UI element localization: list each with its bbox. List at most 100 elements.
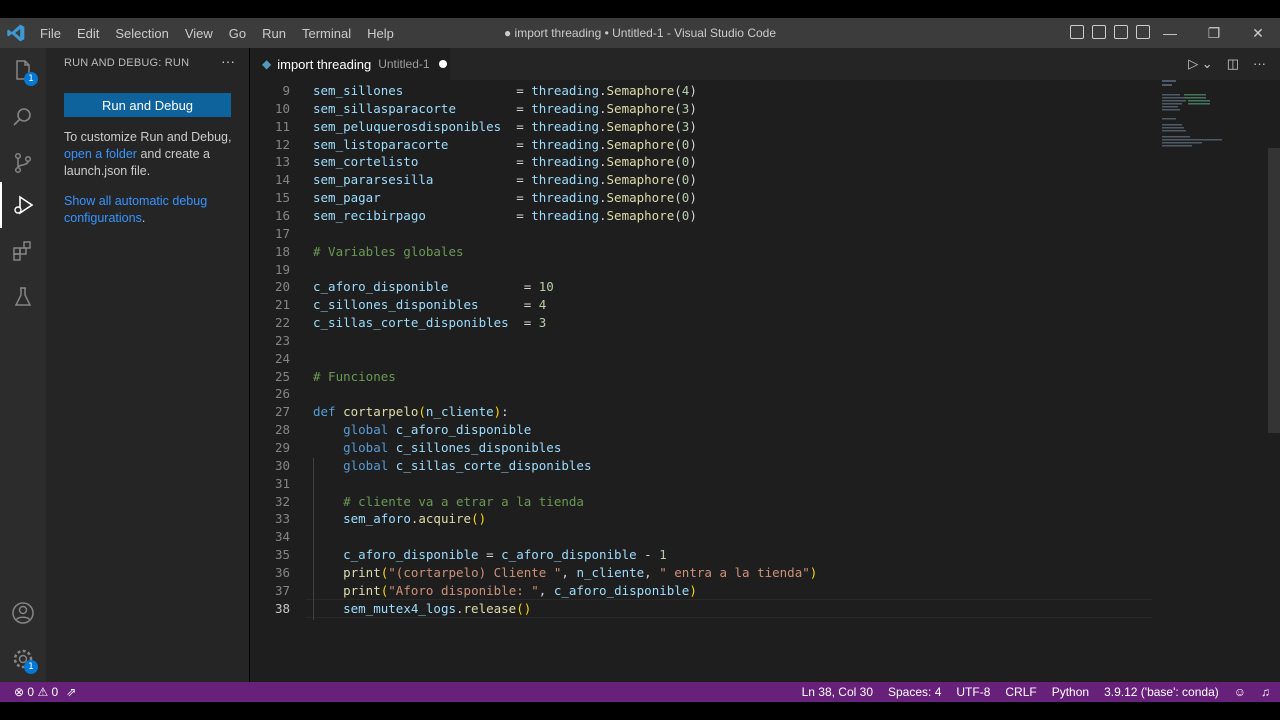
line-text: c_sillones_disponibles = 4 xyxy=(313,297,547,313)
live-share-icon[interactable]: ⇗ xyxy=(66,685,76,699)
settings-badge: 1 xyxy=(24,660,38,674)
code-editor[interactable]: 9 sem_sillones = threading.Semaphore(4) 10… xyxy=(250,80,1160,680)
title-bar: File Edit Selection View Go Run Terminal… xyxy=(0,18,1280,48)
open-folder-link[interactable]: open a folder xyxy=(64,147,137,161)
feedback-icon[interactable]: ☺ xyxy=(1234,685,1246,699)
code-line[interactable]: 20 c_aforo_disponible = 10 xyxy=(250,278,1150,296)
window-controls: — ❐ ✕ xyxy=(1148,18,1280,48)
unsaved-dot-icon[interactable] xyxy=(438,60,447,68)
code-line[interactable]: 31 xyxy=(250,475,1150,493)
run-and-debug-button[interactable]: Run and Debug xyxy=(64,93,231,117)
code-line[interactable]: 9 sem_sillones = threading.Semaphore(4) xyxy=(250,82,1150,100)
language-mode[interactable]: Python xyxy=(1052,685,1089,699)
code-line[interactable]: 15 sem_pagar = threading.Semaphore(0) xyxy=(250,189,1150,207)
code-line[interactable]: 21 c_sillones_disponibles = 4 xyxy=(250,296,1150,314)
line-text: sem_sillasparacorte = threading.Semaphor… xyxy=(313,100,697,116)
code-line[interactable]: 18 # Variables globales xyxy=(250,243,1150,261)
menu-run[interactable]: Run xyxy=(254,26,294,41)
show-debug-configurations-link[interactable]: Show all automatic debug configurations xyxy=(64,194,207,225)
menu-view[interactable]: View xyxy=(177,26,221,41)
line-text: sem_sillones = threading.Semaphore(4) xyxy=(313,83,697,98)
code-line[interactable]: 29 global c_sillones_disponibles xyxy=(250,439,1150,457)
code-line[interactable]: 19 xyxy=(250,261,1150,279)
line-number: 22 xyxy=(274,315,290,331)
code-line[interactable]: 35 c_aforo_disponible = c_aforo_disponib… xyxy=(250,546,1150,564)
run-debug-icon[interactable] xyxy=(0,182,46,228)
code-line[interactable]: 26 xyxy=(250,385,1150,403)
line-text: sem_recibirpago = threading.Semaphore(0) xyxy=(313,207,697,223)
menu-edit[interactable]: Edit xyxy=(69,26,107,41)
testing-icon[interactable] xyxy=(0,274,46,320)
run-python-file-icon[interactable]: ▷ ⌄ xyxy=(1188,56,1213,72)
account-icon[interactable] xyxy=(0,590,46,636)
line-text: c_aforo_disponible = c_aforo_disponible … xyxy=(343,547,667,563)
line-number: 24 xyxy=(274,350,290,366)
code-line[interactable]: 11 sem_peluquerosdisponibles = threading.… xyxy=(250,118,1150,136)
code-line[interactable]: 24 xyxy=(250,350,1150,368)
code-line[interactable]: 22 c_sillas_corte_disponibles = 3 xyxy=(250,314,1150,332)
extensions-icon[interactable] xyxy=(0,228,46,274)
code-line[interactable]: 27 def cortarpelo(n_cliente): xyxy=(250,403,1150,421)
line-number: 16 xyxy=(274,207,290,223)
error-icon: ⊗ xyxy=(14,685,25,699)
encoding[interactable]: UTF-8 xyxy=(956,685,990,699)
code-line[interactable]: 38 sem_mutex4_logs.release() xyxy=(250,600,1150,618)
cursor-position[interactable]: Ln 38, Col 30 xyxy=(802,685,873,699)
code-line[interactable]: 28 global c_aforo_disponible xyxy=(250,421,1150,439)
python-interpreter[interactable]: 3.9.12 ('base': conda) xyxy=(1104,685,1219,699)
menu-selection[interactable]: Selection xyxy=(107,26,176,41)
menu-help[interactable]: Help xyxy=(359,26,402,41)
split-editor-icon[interactable]: ◫ xyxy=(1227,56,1239,72)
minimap[interactable] xyxy=(1160,80,1266,680)
code-line[interactable]: 10 sem_sillasparacorte = threading.Semaph… xyxy=(250,100,1150,118)
top-letterbox xyxy=(0,0,1280,18)
code-line[interactable]: 14 sem_pararsesilla = threading.Semaphore… xyxy=(250,171,1150,189)
more-editor-actions-icon[interactable]: ··· xyxy=(1253,56,1266,72)
line-text: c_sillas_corte_disponibles = 3 xyxy=(313,315,547,331)
code-line[interactable]: 17 xyxy=(250,225,1150,243)
code-line[interactable]: 34 xyxy=(250,528,1150,546)
line-text: sem_pararsesilla = threading.Semaphore(0… xyxy=(313,172,697,188)
code-line[interactable]: 13 sem_cortelisto = threading.Semaphore(0… xyxy=(250,153,1150,171)
files-icon[interactable]: 1 xyxy=(0,48,46,94)
search-icon[interactable] xyxy=(0,94,46,140)
code-line[interactable]: 37 print("Aforo disponible: ", c_aforo_d… xyxy=(250,582,1150,600)
toggle-sidebar-icon[interactable] xyxy=(1070,25,1084,39)
menu-file[interactable]: File xyxy=(32,26,69,41)
line-number: 31 xyxy=(274,475,290,491)
line-number: 21 xyxy=(274,297,290,313)
tab-untitled-1[interactable]: ◆ import threading Untitled-1 xyxy=(250,48,450,80)
menu-terminal[interactable]: Terminal xyxy=(294,26,359,41)
notifications-bell-icon[interactable]: ♫ xyxy=(1261,685,1270,699)
code-line[interactable]: 33 sem_aforo.acquire() xyxy=(250,510,1150,528)
code-line[interactable]: 23 xyxy=(250,332,1150,350)
more-actions-icon[interactable]: ··· xyxy=(221,53,235,69)
indentation[interactable]: Spaces: 4 xyxy=(888,685,941,699)
code-line[interactable]: 16 sem_recibirpago = threading.Semaphore(… xyxy=(250,207,1150,225)
close-button[interactable]: ✕ xyxy=(1236,18,1280,48)
restore-button[interactable]: ❐ xyxy=(1192,18,1236,48)
vertical-scrollbar[interactable] xyxy=(1268,148,1280,433)
source-control-icon[interactable] xyxy=(0,140,46,186)
line-number: 23 xyxy=(274,332,290,348)
toggle-panel-icon[interactable] xyxy=(1092,25,1106,39)
end-of-line[interactable]: CRLF xyxy=(1005,685,1036,699)
minimize-button[interactable]: — xyxy=(1148,18,1192,48)
line-text: global c_sillones_disponibles xyxy=(343,440,562,455)
line-text: sem_mutex4_logs.release() xyxy=(343,600,532,616)
line-number: 9 xyxy=(282,83,290,98)
status-bar: ⊗ 0 ⚠ 0 ⇗ Ln 38, Col 30 Spaces: 4 UTF-8 … xyxy=(0,682,1280,702)
problems-indicator[interactable]: ⊗ 0 ⚠ 0 xyxy=(14,685,58,699)
code-line[interactable]: 30 global c_sillas_corte_disponibles xyxy=(250,457,1150,475)
toggle-secondary-sidebar-icon[interactable] xyxy=(1114,25,1128,39)
line-text: sem_cortelisto = threading.Semaphore(0) xyxy=(313,154,697,170)
menu-go[interactable]: Go xyxy=(221,26,254,41)
explorer-badge: 1 xyxy=(24,72,38,86)
code-line[interactable]: 25 # Funciones xyxy=(250,368,1150,386)
line-number: 18 xyxy=(274,243,290,259)
line-text: def cortarpelo(n_cliente): xyxy=(313,404,509,420)
code-line[interactable]: 32 # cliente va a etrar a la tienda xyxy=(250,493,1150,511)
code-line[interactable]: 36 print("(cortarpelo) Cliente ", n_clie… xyxy=(250,564,1150,582)
settings-gear-icon[interactable]: 1 xyxy=(0,636,46,682)
code-line[interactable]: 12 sem_listoparacorte = threading.Semapho… xyxy=(250,136,1150,154)
